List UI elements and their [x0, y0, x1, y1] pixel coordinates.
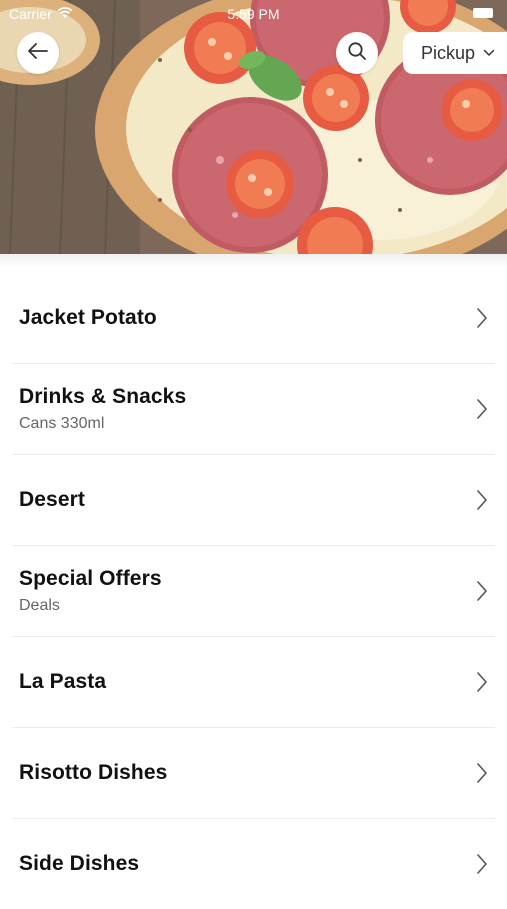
- chevron-right-icon: [476, 580, 488, 602]
- battery-icon: [473, 8, 493, 18]
- order-mode-dropdown[interactable]: Pickup: [403, 32, 507, 74]
- category-item-desert[interactable]: Desert: [0, 454, 507, 545]
- hero-shadow: [0, 254, 507, 268]
- chevron-right-icon: [476, 853, 488, 875]
- category-item-la-pasta[interactable]: La Pasta: [0, 636, 507, 727]
- category-item-drinks-snacks[interactable]: Drinks & Snacks Cans 330ml: [0, 363, 507, 454]
- arrow-left-icon: [27, 42, 49, 65]
- search-icon: [347, 41, 367, 66]
- category-item-jacket-potato[interactable]: Jacket Potato: [0, 272, 507, 363]
- category-subtitle: Cans 330ml: [19, 414, 105, 432]
- back-button[interactable]: [17, 32, 59, 74]
- chevron-right-icon: [476, 307, 488, 329]
- chevron-right-icon: [476, 671, 488, 693]
- search-button[interactable]: [336, 32, 378, 74]
- category-item-special-offers[interactable]: Special Offers Deals: [0, 545, 507, 636]
- status-time: 5:59 PM: [227, 6, 280, 22]
- category-subtitle: Deals: [19, 596, 60, 614]
- chevron-right-icon: [476, 398, 488, 420]
- order-mode-label: Pickup: [421, 42, 476, 63]
- category-title: Desert: [19, 487, 85, 511]
- chevron-right-icon: [476, 762, 488, 784]
- chevron-right-icon: [476, 489, 488, 511]
- category-list: Jacket Potato Drinks & Snacks Cans 330ml…: [0, 272, 507, 909]
- chevron-down-icon: [483, 49, 495, 57]
- category-title: La Pasta: [19, 669, 107, 693]
- category-title: Jacket Potato: [19, 305, 157, 329]
- status-bar: Carrier 5:59 PM: [0, 0, 507, 28]
- category-item-side-dishes[interactable]: Side Dishes: [0, 818, 507, 909]
- category-title: Drinks & Snacks: [19, 384, 187, 408]
- category-item-risotto-dishes[interactable]: Risotto Dishes: [0, 727, 507, 818]
- category-title: Side Dishes: [19, 851, 140, 875]
- category-title: Special Offers: [19, 566, 162, 590]
- category-title: Risotto Dishes: [19, 760, 168, 784]
